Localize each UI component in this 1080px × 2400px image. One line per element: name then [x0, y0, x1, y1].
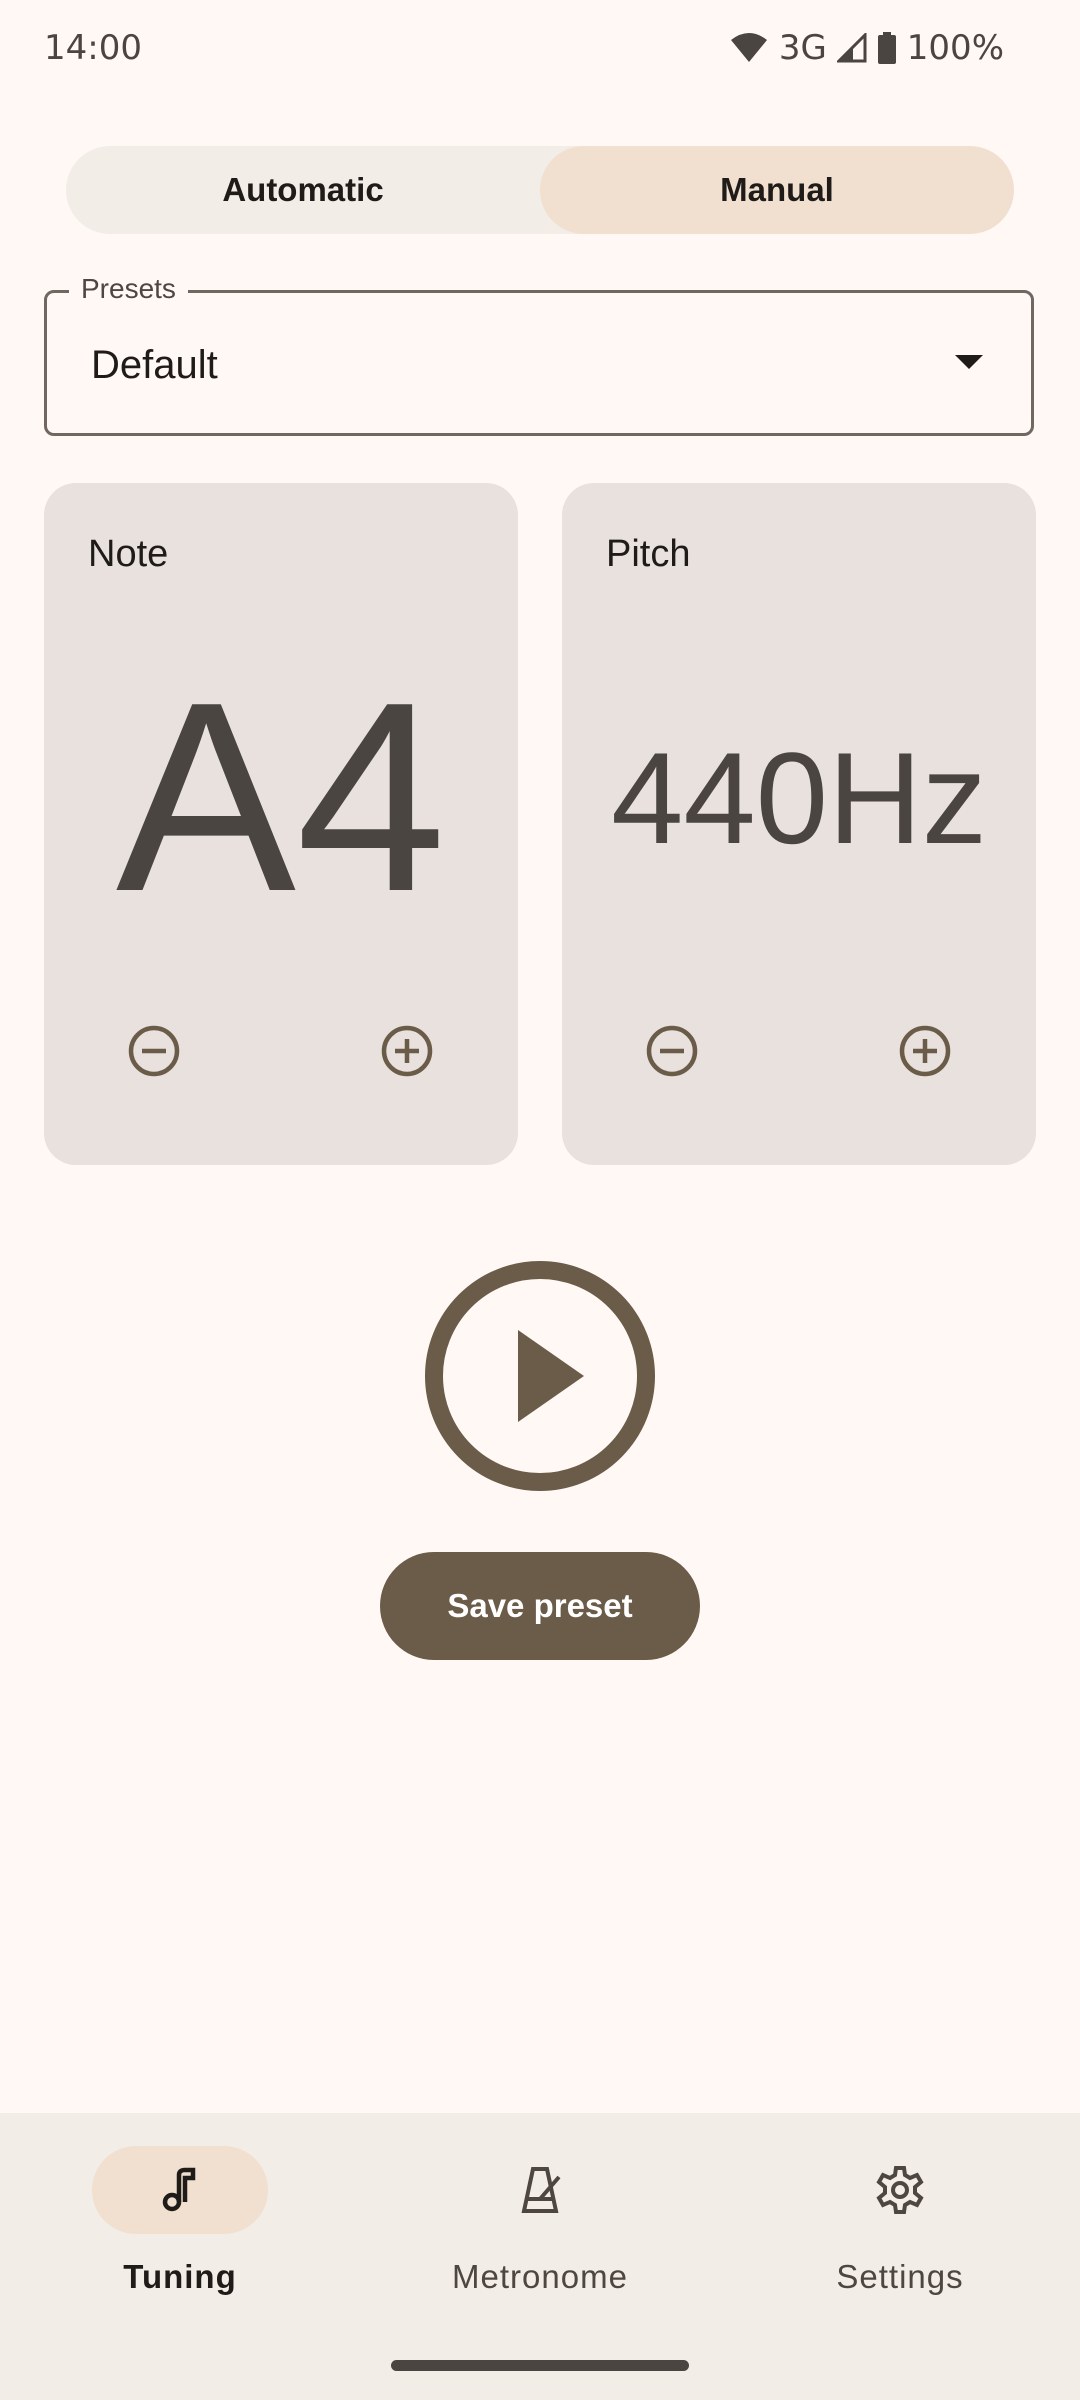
mode-manual-button[interactable]: Manual — [540, 146, 1014, 234]
mode-automatic-button[interactable]: Automatic — [66, 146, 540, 234]
note-increase-button[interactable] — [379, 1023, 435, 1079]
mode-toggle: Automatic Manual — [66, 146, 1014, 234]
nav-item-metronome[interactable]: Metronome — [360, 2113, 720, 2333]
signal-icon — [836, 33, 867, 63]
nav-item-tuning[interactable]: Tuning — [0, 2113, 360, 2333]
battery-percent: 100% — [906, 28, 1004, 68]
network-type: 3G — [778, 28, 827, 68]
play-button[interactable] — [422, 1258, 658, 1494]
nav-label-tuning: Tuning — [123, 2258, 237, 2295]
status-icons: 3G 100% — [729, 28, 1004, 68]
presets-label: Presets — [69, 273, 188, 305]
nav-label-settings: Settings — [836, 2258, 964, 2295]
minus-circle-icon — [646, 1025, 698, 1077]
dropdown-arrow-icon — [955, 355, 983, 369]
battery-icon — [877, 32, 897, 64]
presets-dropdown[interactable]: Presets Default — [44, 273, 1034, 436]
home-indicator[interactable] — [391, 2360, 689, 2371]
pitch-decrease-button[interactable] — [644, 1023, 700, 1079]
minus-circle-icon — [128, 1025, 180, 1077]
pitch-value: 440Hz — [611, 725, 987, 871]
presets-value: Default — [91, 343, 218, 387]
pitch-title: Pitch — [606, 533, 691, 575]
pitch-increase-button[interactable] — [897, 1023, 953, 1079]
pitch-card: Pitch 440Hz — [562, 483, 1036, 1165]
gear-icon — [876, 2166, 924, 2214]
nav-item-settings[interactable]: Settings — [720, 2113, 1080, 2333]
note-value: A4 — [115, 647, 447, 948]
note-decrease-button[interactable] — [126, 1023, 182, 1079]
note-title: Note — [88, 533, 169, 575]
bottom-nav: Tuning Metronome Settings — [0, 2113, 1080, 2400]
status-time: 14:00 — [44, 28, 142, 68]
metronome-icon — [521, 2167, 561, 2213]
note-card: Note A4 — [44, 483, 518, 1165]
nav-label-metronome: Metronome — [452, 2258, 628, 2295]
play-icon — [425, 1261, 655, 1491]
plus-circle-icon — [381, 1025, 433, 1077]
plus-circle-icon — [899, 1025, 951, 1077]
wifi-icon — [729, 32, 769, 64]
status-bar: 14:00 3G 100% — [0, 0, 1080, 100]
music-note-icon — [162, 2167, 196, 2212]
save-preset-button[interactable]: Save preset — [380, 1552, 700, 1660]
